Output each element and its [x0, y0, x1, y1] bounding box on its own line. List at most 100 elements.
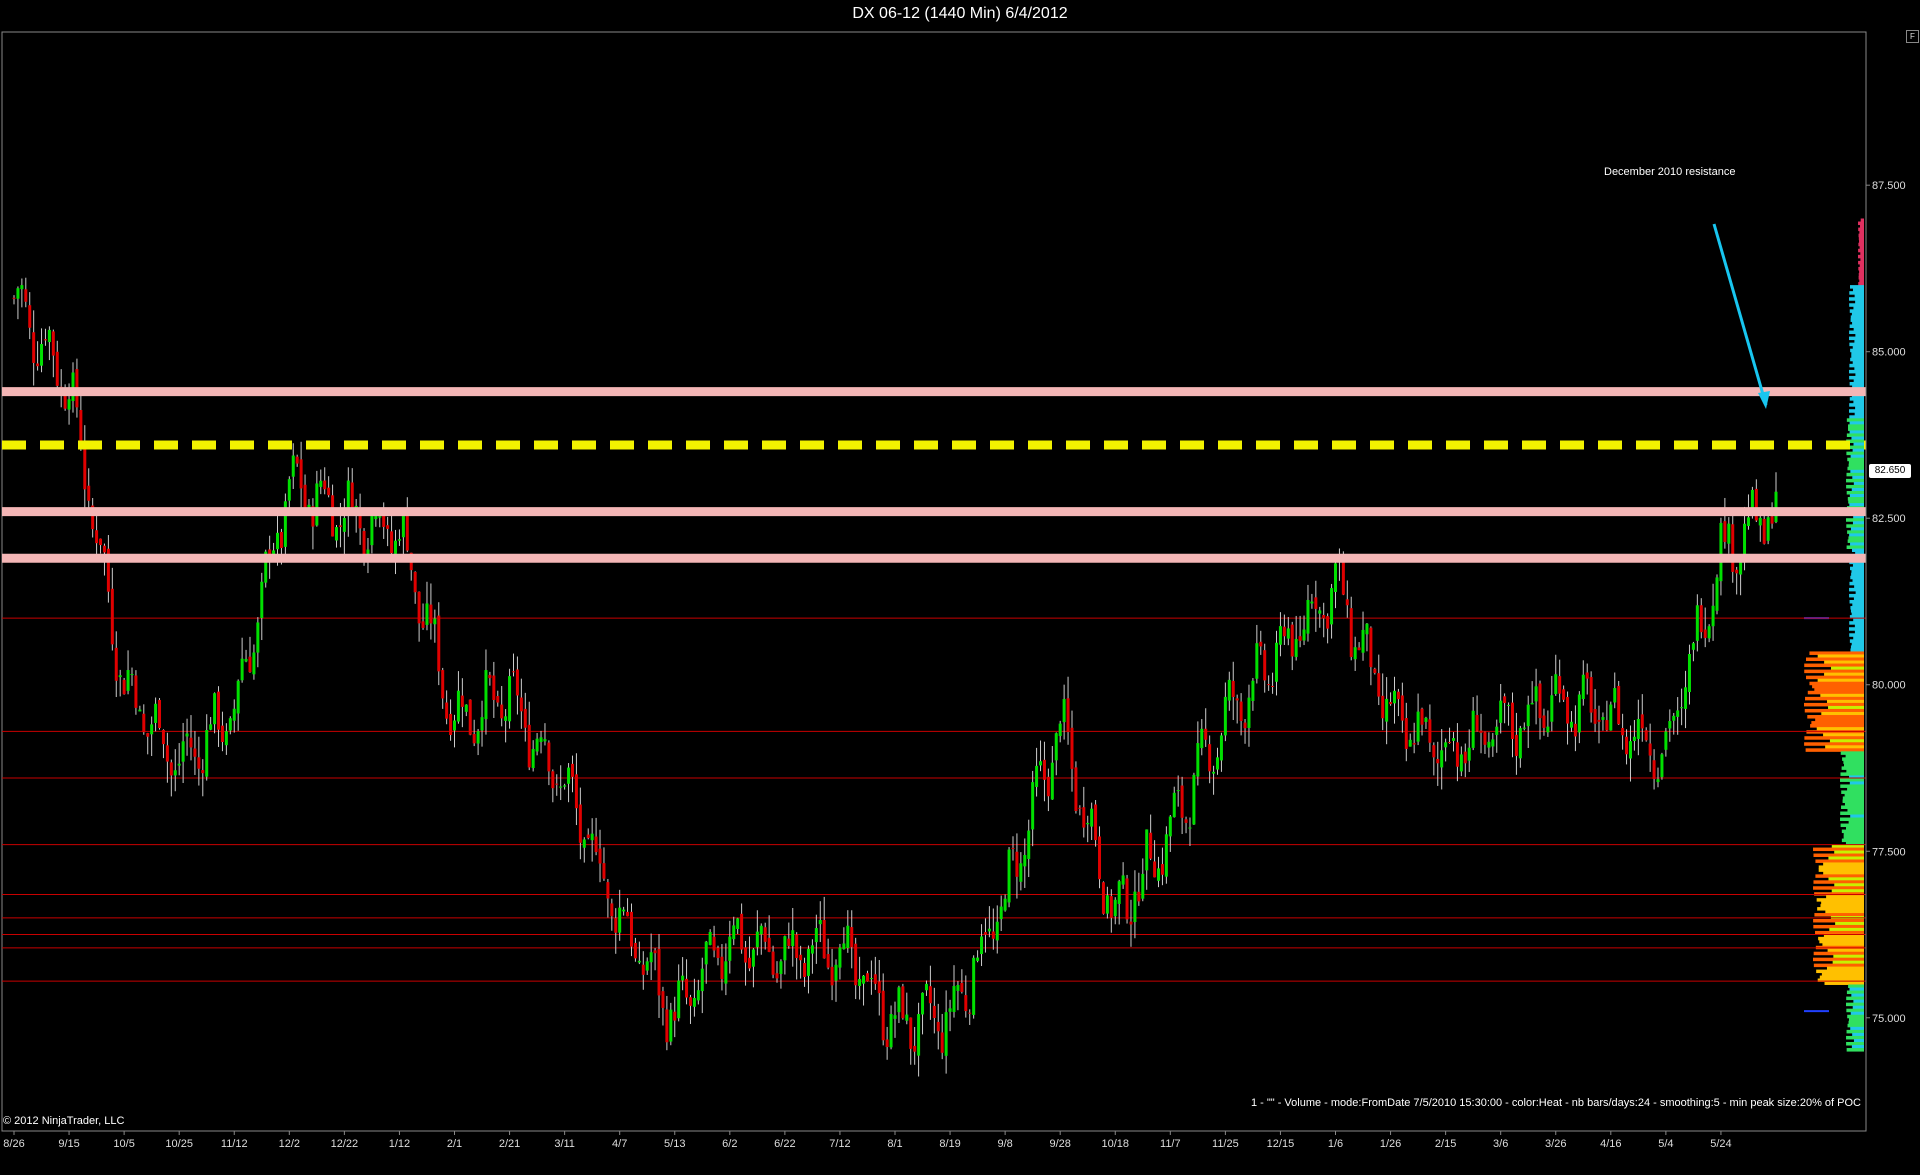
time-tick-label: 1/6 [1328, 1138, 1343, 1150]
down-candle [610, 903, 614, 917]
down-candle [626, 911, 630, 917]
down-candle [1644, 730, 1648, 741]
up-candle [1746, 517, 1750, 527]
down-candle [1098, 836, 1102, 880]
time-tick-label: 12/15 [1267, 1138, 1295, 1150]
time-tick-label: 12/22 [331, 1138, 359, 1150]
down-candle [1109, 896, 1113, 918]
up-candle [1157, 868, 1161, 881]
time-tick-label: 2/21 [499, 1138, 520, 1150]
volume-profile-bar [1847, 787, 1864, 791]
down-candle [1298, 636, 1302, 641]
down-candle [1703, 629, 1707, 638]
volume-profile-bar [1848, 424, 1864, 428]
down-candle [1101, 882, 1105, 914]
down-candle [405, 514, 409, 551]
volume-profile-bar [1854, 294, 1864, 298]
up-candle [1105, 895, 1109, 914]
down-candle [877, 981, 881, 994]
volume-profile-bar [1813, 853, 1864, 857]
up-candle [677, 980, 681, 1019]
up-candle [205, 729, 209, 777]
time-tick-label: 1/26 [1380, 1138, 1401, 1150]
up-candle [779, 961, 783, 974]
up-candle [1440, 750, 1444, 768]
volume-profile-bar [1852, 360, 1864, 365]
volume-profile-bar [1860, 224, 1864, 229]
down-candle [146, 733, 150, 737]
up-candle [1444, 742, 1448, 748]
down-candle [1605, 720, 1609, 731]
down-candle [865, 973, 869, 982]
down-candle [12, 297, 16, 299]
volume-profile-bar [1813, 951, 1864, 956]
volume-profile-bar [1858, 236, 1864, 241]
up-candle [71, 372, 75, 402]
annotation-arrowhead [1758, 390, 1770, 409]
up-candle [1113, 899, 1117, 917]
up-candle [1577, 694, 1581, 733]
down-candle [248, 656, 252, 673]
up-candle [1554, 674, 1558, 695]
up-candle [1534, 686, 1538, 702]
price-tick-label: 87.500 [1872, 180, 1906, 192]
volume-profile-bar [1841, 829, 1864, 834]
up-candle [1416, 711, 1420, 742]
annotation-arrow [1712, 223, 1768, 406]
volume-profile-bar [1843, 832, 1864, 837]
up-candle [897, 987, 901, 1013]
down-candle [165, 745, 169, 762]
up-candle [453, 720, 456, 731]
up-candle [708, 932, 712, 945]
down-candle [1078, 807, 1082, 809]
up-candle [224, 731, 228, 746]
down-candle [1400, 695, 1404, 721]
indicator-label: 1 - "" - Volume - mode:FromDate 7/5/2010… [1250, 1097, 1861, 1109]
down-candle [279, 531, 283, 548]
down-candle [578, 804, 582, 843]
down-candle [787, 938, 791, 947]
volume-profile-bar [1816, 898, 1864, 902]
down-candle [574, 774, 578, 809]
volume-profile-bar [1846, 524, 1864, 528]
volume-profile-bar [1847, 539, 1864, 543]
down-candle [1396, 691, 1400, 700]
volume-profile-bar [1846, 1035, 1864, 1040]
up-candle [810, 945, 814, 954]
volume-profile-bar [1851, 612, 1864, 616]
volume-profile-bar [1819, 975, 1864, 980]
up-candle [980, 936, 984, 955]
up-candle [622, 909, 626, 912]
down-candle [445, 702, 449, 719]
up-candle [917, 1014, 921, 1056]
candlestick-chart[interactable]: 75.000 77.500 80.000 82.500 85.000 87.500 8/26… [0, 28, 1920, 1175]
volume-profile-bar [1848, 460, 1864, 465]
volume-profile-bar [1809, 681, 1864, 686]
volume-profile-bar [1849, 330, 1864, 335]
volume-profile-bar [1859, 263, 1864, 268]
down-candle [437, 615, 441, 672]
down-candle [555, 783, 559, 785]
chart-frame[interactable]: 75.000 77.500 80.000 82.500 85.000 87.500 8/26… [0, 28, 1920, 1175]
up-candle [1302, 629, 1306, 641]
volume-profile-bar [1851, 569, 1864, 574]
up-candle [1684, 687, 1688, 709]
time-tick-label: 5/13 [664, 1138, 685, 1150]
down-candle [134, 675, 138, 708]
down-candle [1184, 819, 1188, 823]
down-candle [1377, 673, 1381, 697]
up-candle [539, 737, 543, 743]
volume-profile-bar [1847, 457, 1864, 462]
down-candle [551, 771, 555, 789]
up-candle [1216, 757, 1220, 770]
down-candle [826, 954, 830, 968]
down-candle [1420, 708, 1424, 725]
down-candle [1070, 727, 1074, 769]
up-candle [181, 741, 185, 762]
up-candle [783, 936, 787, 961]
volume-profile-bar [1831, 889, 1864, 893]
down-candle [661, 991, 665, 1008]
down-candle [885, 1039, 889, 1047]
time-tick-label: 4/7 [612, 1138, 627, 1150]
volume-profile-bar [1813, 886, 1864, 890]
